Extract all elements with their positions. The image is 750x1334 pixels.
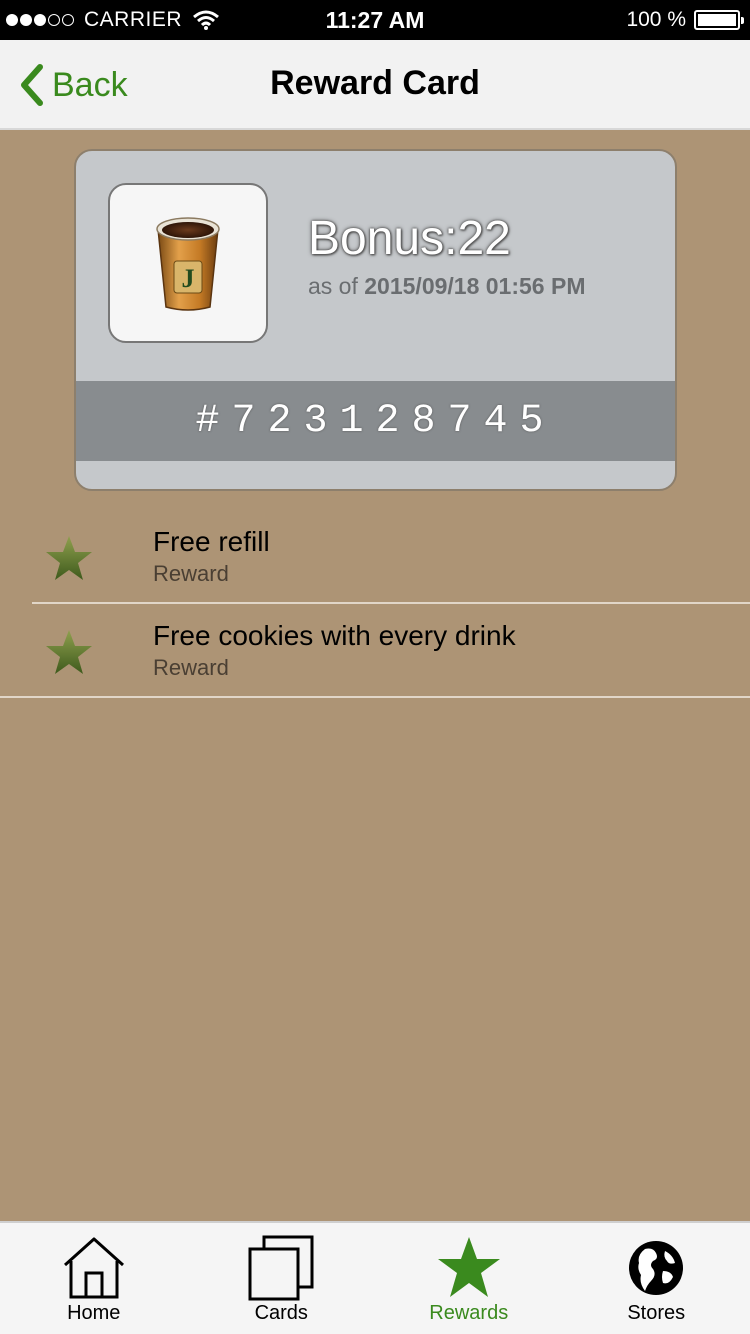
home-icon (63, 1237, 124, 1299)
reward-subtitle: Reward (153, 561, 229, 586)
reward-card: J Bonus:22 as of 2015/09/18 01:56 PM #72… (74, 149, 677, 491)
as-of-date: 2015/09/18 01:56 PM (364, 273, 586, 299)
battery-icon (694, 10, 744, 30)
reward-title: Free cookies with every drink (153, 620, 516, 651)
bonus-value: Bonus:22 (308, 212, 511, 265)
nav-bar: Back Reward Card (0, 40, 750, 130)
reward-subtitle: Reward (153, 655, 229, 680)
globe-icon (629, 1241, 684, 1295)
star-icon (46, 536, 92, 580)
signal-strength-icon (6, 14, 74, 26)
tab-bar: Home Cards Rewards Stores (0, 1221, 750, 1334)
status-bar: CARRIER 11:27 AM 100 % (0, 0, 750, 40)
reward-title: Free refill (153, 526, 270, 557)
tab-label: Rewards (429, 1302, 509, 1324)
coffee-cup-logo-icon: J (156, 217, 220, 311)
tab-cards[interactable]: Cards (188, 1223, 376, 1334)
list-item[interactable]: Free refill Reward (0, 510, 750, 604)
tab-rewards[interactable]: Rewards (375, 1223, 563, 1334)
tab-stores[interactable]: Stores (563, 1223, 750, 1334)
wifi-icon (193, 10, 219, 30)
carrier-label: CARRIER (84, 8, 183, 31)
battery-percent: 100 % (626, 8, 686, 31)
cards-icon (248, 1235, 314, 1301)
card-number-strip: #723128745 (76, 381, 675, 461)
divider (0, 696, 750, 698)
tab-label: Cards (254, 1302, 308, 1324)
card-logo: J (108, 183, 268, 343)
card-number: #723128745 (195, 398, 556, 444)
logo-letter: J (182, 264, 195, 293)
bonus-timestamp: as of 2015/09/18 01:56 PM (308, 273, 585, 300)
status-right: 100 % (626, 8, 744, 32)
star-icon (437, 1237, 500, 1297)
rewards-list: Free refill Reward Free cookies with eve… (0, 510, 750, 698)
star-icon (46, 630, 92, 674)
tab-label: Stores (627, 1302, 686, 1324)
as-of-prefix: as of (308, 273, 358, 299)
page-title: Reward Card (270, 64, 480, 102)
tab-label: Home (67, 1302, 121, 1324)
list-item[interactable]: Free cookies with every drink Reward (0, 604, 750, 698)
status-left: CARRIER (6, 8, 220, 32)
tab-home[interactable]: Home (0, 1223, 188, 1334)
